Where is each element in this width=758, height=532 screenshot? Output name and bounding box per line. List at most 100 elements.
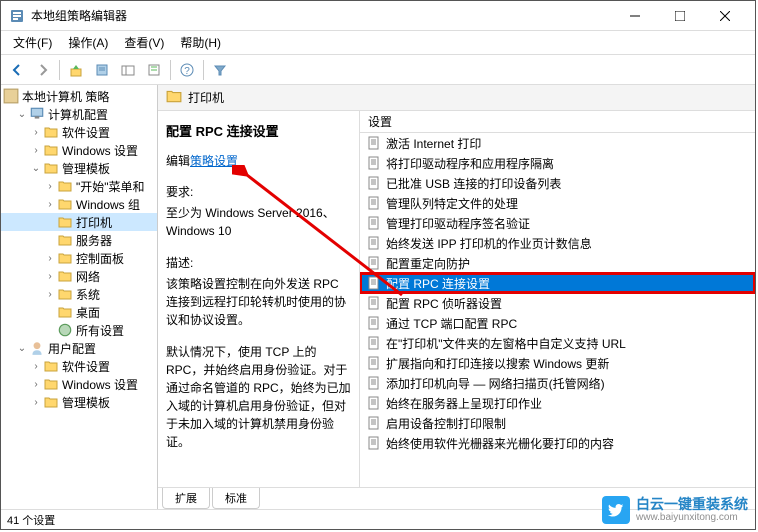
policy-item-icon (366, 175, 382, 191)
expand-icon[interactable]: › (43, 287, 57, 301)
list-item[interactable]: 添加打印机向导 — 网络扫描页(托管网络) (360, 373, 755, 393)
tree-user-admin[interactable]: › 管理模板 (1, 393, 157, 411)
list-item[interactable]: 管理打印驱动程序签名验证 (360, 213, 755, 233)
properties-button[interactable] (90, 58, 114, 82)
list-item[interactable]: 始终在服务器上呈现打印作业 (360, 393, 755, 413)
content-area: 本地计算机 策略 ⌄ 计算机配置 › 软件设置 › Windows 设置 ⌄ 管… (1, 85, 755, 509)
app-icon (9, 8, 25, 24)
titlebar: 本地组策略编辑器 (1, 1, 755, 31)
tree-control-panel[interactable]: › 控制面板 (1, 249, 157, 267)
forward-button[interactable] (31, 58, 55, 82)
list-item[interactable]: 扩展指向和打印连接以搜索 Windows 更新 (360, 353, 755, 373)
folder-icon (57, 232, 73, 248)
tree-start-menu[interactable]: › "开始"菜单和 (1, 177, 157, 195)
list-item[interactable]: 始终使用软件光栅器来光栅化要打印的内容 (360, 433, 755, 453)
policy-item-icon (366, 395, 382, 411)
expand-icon[interactable]: › (29, 125, 43, 139)
tree-desktop[interactable]: 桌面 (1, 303, 157, 321)
list-item[interactable]: 在"打印机"文件夹的左窗格中自定义支持 URL (360, 333, 755, 353)
export-button[interactable] (142, 58, 166, 82)
list-item[interactable]: 配置 RPC 侦听器设置 (360, 293, 755, 313)
tree-user-software[interactable]: › 软件设置 (1, 357, 157, 375)
maximize-button[interactable] (657, 2, 702, 30)
list-item[interactable]: 已批准 USB 连接的打印设备列表 (360, 173, 755, 193)
minimize-button[interactable] (612, 2, 657, 30)
expand-icon[interactable]: › (29, 359, 43, 373)
expand-icon[interactable]: › (29, 395, 43, 409)
edit-policy-link[interactable]: 策略设置 (190, 154, 238, 168)
tree-computer-config[interactable]: ⌄ 计算机配置 (1, 105, 157, 123)
list-item[interactable]: 将打印驱动程序和应用程序隔离 (360, 153, 755, 173)
list-item[interactable]: 激活 Internet 打印 (360, 133, 755, 153)
list-item[interactable]: 管理队列特定文件的处理 (360, 193, 755, 213)
menubar: 文件(F) 操作(A) 查看(V) 帮助(H) (1, 31, 755, 55)
tree-software-settings[interactable]: › 软件设置 (1, 123, 157, 141)
back-button[interactable] (5, 58, 29, 82)
tree-windows-components[interactable]: › Windows 组 (1, 195, 157, 213)
tab-standard[interactable]: 标准 (212, 488, 260, 509)
filter-button[interactable] (208, 58, 232, 82)
list-item-label: 将打印驱动程序和应用程序隔离 (386, 155, 554, 172)
list-item[interactable]: 配置重定向防护 (360, 253, 755, 273)
folder-icon (57, 286, 73, 302)
right-panel: 打印机 配置 RPC 连接设置 编辑策略设置 要求: 至少为 Windows S… (158, 85, 755, 509)
requirements-label: 要求: (166, 183, 351, 200)
list-item[interactable]: 始终发送 IPP 打印机的作业页计数信息 (360, 233, 755, 253)
tree-panel: 本地计算机 策略 ⌄ 计算机配置 › 软件设置 › Windows 设置 ⌄ 管… (1, 85, 158, 509)
tree-root[interactable]: 本地计算机 策略 (1, 87, 157, 105)
collapse-icon[interactable]: ⌄ (15, 341, 29, 355)
tree-system[interactable]: › 系统 (1, 285, 157, 303)
menu-file[interactable]: 文件(F) (5, 31, 60, 54)
policy-item-icon (366, 255, 382, 271)
tree-all-settings[interactable]: 所有设置 (1, 321, 157, 339)
list-item[interactable]: 通过 TCP 端口配置 RPC (360, 313, 755, 333)
tree-server[interactable]: 服务器 (1, 231, 157, 249)
description-panel: 配置 RPC 连接设置 编辑策略设置 要求: 至少为 Windows Serve… (158, 111, 360, 487)
policy-item-icon (366, 375, 382, 391)
toolbar: ? (1, 55, 755, 85)
expand-icon[interactable]: › (29, 143, 43, 157)
expand-icon[interactable]: › (43, 269, 57, 283)
show-hide-button[interactable] (116, 58, 140, 82)
menu-help[interactable]: 帮助(H) (172, 31, 229, 54)
tree-user-config[interactable]: ⌄ 用户配置 (1, 339, 157, 357)
list-item-label: 管理打印驱动程序签名验证 (386, 215, 530, 232)
settings-icon (57, 322, 73, 338)
close-button[interactable] (702, 2, 747, 30)
tab-extended[interactable]: 扩展 (162, 488, 210, 509)
tree-admin-templates[interactable]: ⌄ 管理模板 (1, 159, 157, 177)
expand-icon[interactable]: › (29, 377, 43, 391)
expand-icon[interactable]: › (43, 197, 57, 211)
folder-icon (43, 358, 59, 374)
window-controls (612, 2, 747, 30)
menu-action[interactable]: 操作(A) (60, 31, 116, 54)
list-header[interactable]: 设置 (360, 111, 755, 133)
policy-item-icon (366, 275, 382, 291)
settings-list[interactable]: 激活 Internet 打印将打印驱动程序和应用程序隔离已批准 USB 连接的打… (360, 133, 755, 487)
policy-item-icon (366, 295, 382, 311)
description-text-2: 默认情况下，使用 TCP 上的 RPC，并始终启用身份验证。对于通过命名管道的 … (166, 343, 351, 451)
list-item-label: 启用设备控制打印限制 (386, 415, 506, 432)
expand-icon[interactable]: › (43, 251, 57, 265)
panel-header: 打印机 (158, 85, 755, 111)
list-item-label: 已批准 USB 连接的打印设备列表 (386, 175, 561, 192)
toolbar-separator (170, 60, 171, 80)
folder-icon (43, 376, 59, 392)
expand-icon[interactable]: › (43, 179, 57, 193)
collapse-icon[interactable]: ⌄ (29, 161, 43, 175)
list-item-label: 始终使用软件光栅器来光栅化要打印的内容 (386, 435, 614, 452)
list-item[interactable]: 配置 RPC 连接设置 (360, 273, 755, 293)
list-item[interactable]: 启用设备控制打印限制 (360, 413, 755, 433)
tree-printers[interactable]: 打印机 (1, 213, 157, 231)
computer-icon (29, 106, 45, 122)
collapse-icon[interactable]: ⌄ (15, 107, 29, 121)
tree-user-windows[interactable]: › Windows 设置 (1, 375, 157, 393)
detail-area: 配置 RPC 连接设置 编辑策略设置 要求: 至少为 Windows Serve… (158, 111, 755, 487)
column-header-setting[interactable]: 设置 (368, 113, 747, 130)
menu-view[interactable]: 查看(V) (116, 31, 172, 54)
help-button[interactable]: ? (175, 58, 199, 82)
tree-windows-settings[interactable]: › Windows 设置 (1, 141, 157, 159)
up-button[interactable] (64, 58, 88, 82)
tree-network[interactable]: › 网络 (1, 267, 157, 285)
policy-item-icon (366, 415, 382, 431)
